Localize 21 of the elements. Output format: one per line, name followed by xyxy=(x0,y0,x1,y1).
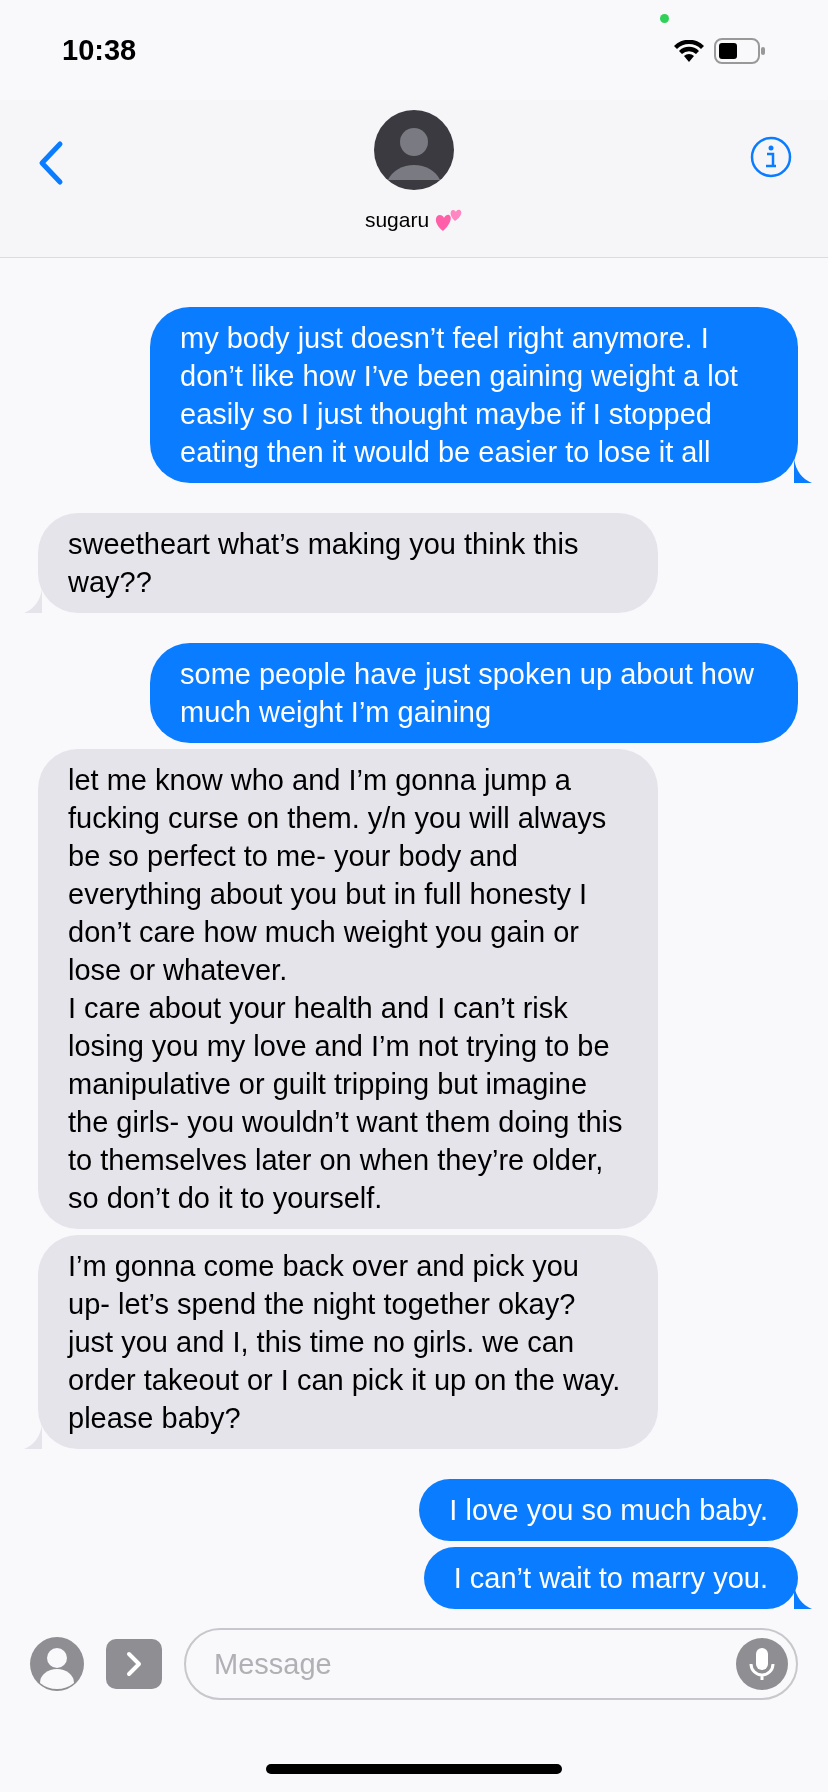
microphone-icon[interactable] xyxy=(736,1638,788,1690)
message-bubble: let me know who and I’m gonna jump a fucking curse on them. y/n you will always be so perfect to me- your body and everything about you but in full honesty I don’t care how much weight you gain or lose or whatever. I care about your health and I can’t risk losing you my love and I’m not trying to be manipulative or guilt tripping but imagine the girls- you wouldn’t want them doing this to themselves later on when they’re older, so don’t do it to yourself. xyxy=(38,749,658,1229)
contact-icon[interactable] xyxy=(30,1637,84,1691)
bubble-tail-icon xyxy=(794,459,812,483)
message-bubble: sweetheart what’s making you think this way?? xyxy=(38,513,658,613)
message-bubble: my body just doesn’t feel right anymore. I don’t like how I’ve been gaining weight a lot easily so I just thought maybe if I stopped eating then it would be easier to lose it all xyxy=(150,307,798,483)
contact-name[interactable]: sugaru xyxy=(364,204,430,236)
battery-icon xyxy=(714,38,766,64)
message-bubble: I can’t wait to marry you. xyxy=(423,1547,798,1609)
message-field[interactable]: Message xyxy=(184,1628,798,1700)
chevron-right-icon xyxy=(125,1651,143,1677)
message-bubble: I’m gonna come back over and pick you up- let’s spend the night together okay? just you and I, this time no girls. we can order takeout or I can pick it up on the way. please baby? xyxy=(38,1235,658,1449)
camera-indicator-icon xyxy=(660,14,669,23)
message-bubble: I love you so much baby. xyxy=(419,1479,798,1541)
message-bubble: some people have just spoken up about how much weight I’m gaining xyxy=(150,643,798,743)
info-icon xyxy=(750,136,792,178)
status-time: 10:38 xyxy=(62,33,137,69)
apps-button[interactable] xyxy=(106,1639,162,1689)
info-button[interactable] xyxy=(750,136,792,178)
contact-avatar[interactable] xyxy=(374,110,454,190)
wifi-icon xyxy=(674,40,704,62)
